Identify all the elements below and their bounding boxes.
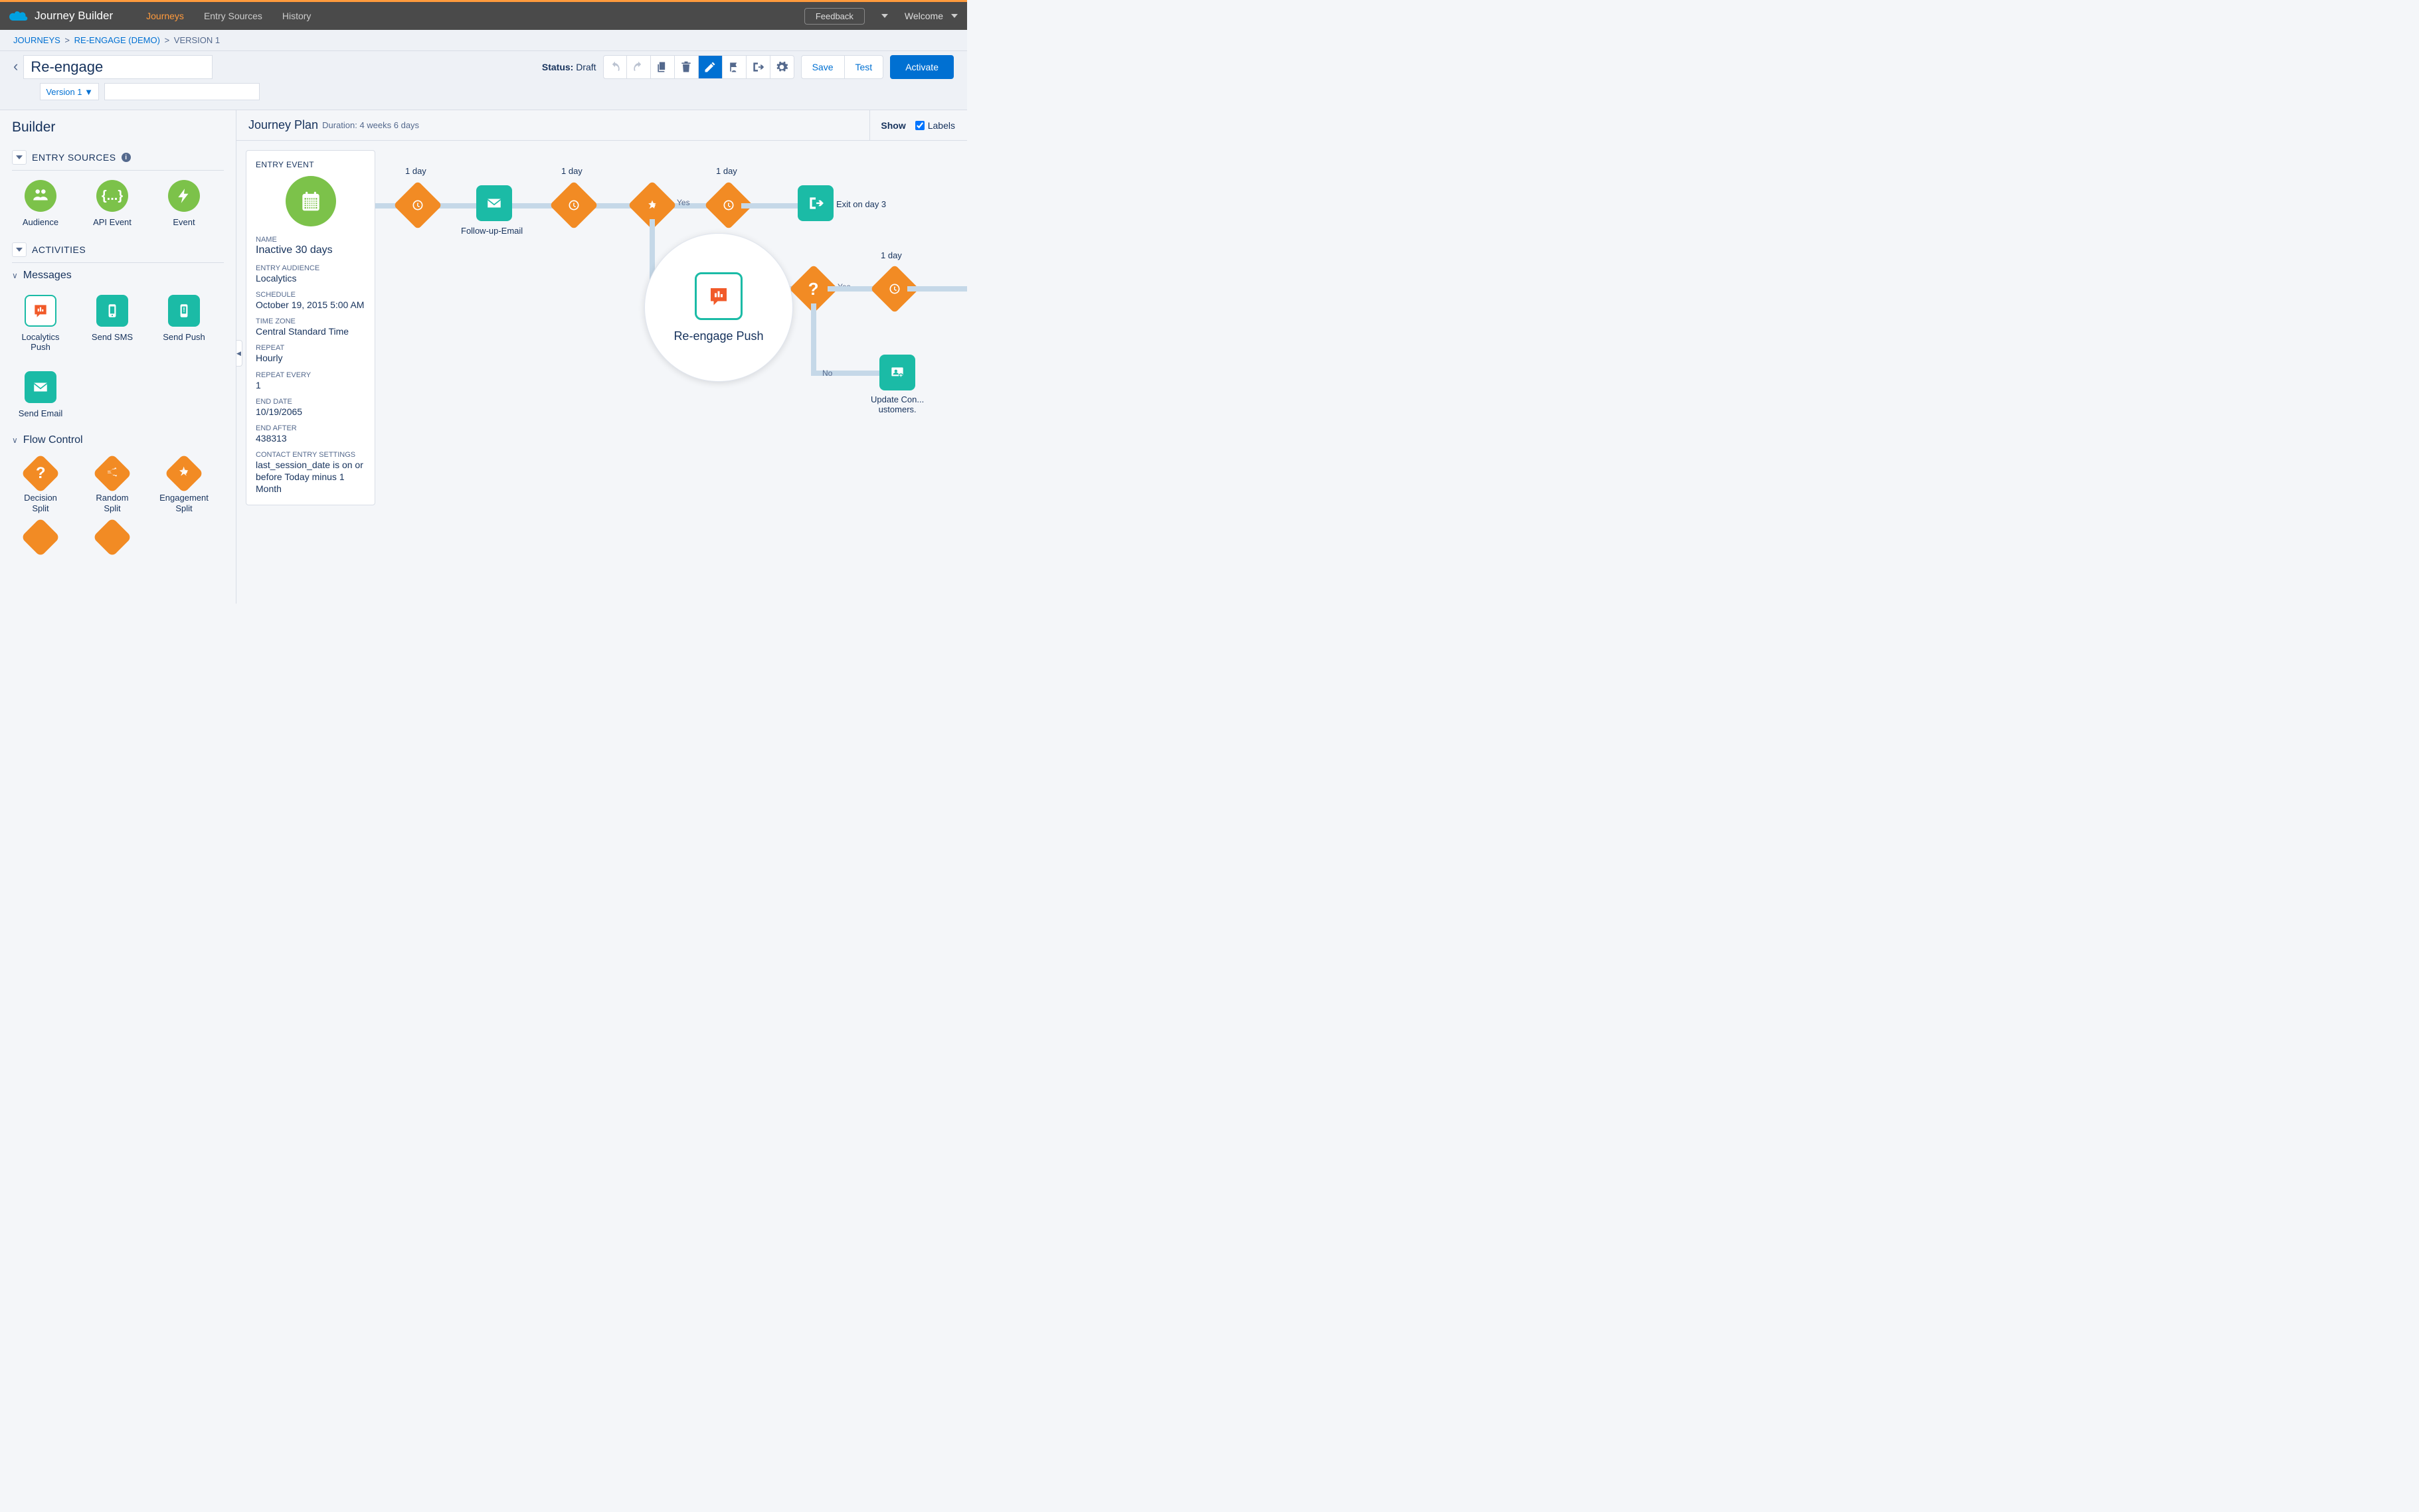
activities-heading: ACTIVITIES [32, 244, 86, 255]
exit-node[interactable] [798, 185, 834, 221]
sidebar-collapse-handle[interactable]: ◀ [236, 340, 242, 367]
decision-split-node[interactable]: ? [796, 272, 831, 306]
salesforce-cloud-icon [9, 9, 28, 23]
status-label: Status: Draft [542, 62, 596, 72]
flow-control-heading: Flow Control [23, 434, 83, 446]
entry-sources-toggle[interactable] [12, 150, 27, 165]
palette-send-push[interactable]: ! Send Push [158, 295, 210, 353]
wait-node-1[interactable] [401, 188, 435, 222]
redo-button[interactable] [627, 55, 651, 79]
welcome-menu[interactable]: Welcome [905, 11, 958, 21]
journey-name-input[interactable] [23, 55, 213, 79]
followup-email-node[interactable] [476, 185, 512, 221]
messages-heading: Messages [23, 270, 72, 282]
chevron-down-icon [951, 14, 958, 18]
re-engage-push-spotlight[interactable]: Re-engage Push [644, 233, 793, 382]
builder-sidebar: Builder ENTRY SOURCES i Audience {...} A… [0, 110, 236, 604]
goals-button[interactable] [723, 55, 747, 79]
labels-checkbox[interactable]: Labels [915, 120, 955, 131]
copy-button[interactable] [651, 55, 675, 79]
palette-send-sms[interactable]: Send SMS [86, 295, 138, 353]
entry-event-card[interactable]: ENTRY EVENT NAMEInactive 30 days ENTRY A… [246, 150, 375, 505]
top-nav-links: Journeys Entry Sources History [146, 11, 311, 21]
journey-canvas[interactable]: ◀ ENTRY EVENT NAMEInactive 30 days ENTRY… [236, 141, 967, 604]
engagement-split-node[interactable] [635, 188, 670, 222]
palette-audience[interactable]: Audience [15, 180, 66, 228]
palette-random-split[interactable]: Random Split [86, 460, 138, 513]
edit-button[interactable] [699, 55, 723, 79]
nav-entry-sources[interactable]: Entry Sources [204, 11, 262, 21]
top-nav-bar: Journey Builder Journeys Entry Sources H… [0, 2, 967, 30]
breadcrumb-journeys[interactable]: JOURNEYS [13, 35, 60, 45]
nav-journeys[interactable]: Journeys [146, 11, 184, 21]
calendar-icon [286, 176, 336, 226]
secondary-name-input[interactable] [104, 83, 260, 100]
info-icon[interactable]: i [122, 153, 131, 162]
account-menu-caret-icon[interactable] [881, 14, 888, 18]
journey-header: ‹ Version 1 ▼ Status: Draft Save Test Ac… [0, 51, 967, 110]
update-customers-node[interactable] [879, 355, 915, 390]
palette-decision-split[interactable]: ? Decision Split [15, 460, 66, 513]
palette-more-1[interactable] [15, 523, 66, 551]
palette-api-event[interactable]: {...} API Event [86, 180, 138, 228]
exit-criteria-button[interactable] [747, 55, 770, 79]
back-button[interactable]: ‹ [13, 58, 18, 75]
localytics-push-icon [695, 272, 743, 320]
activities-toggle[interactable] [12, 242, 27, 257]
test-button[interactable]: Test [844, 55, 884, 79]
palette-more-2[interactable] [86, 523, 138, 551]
canvas-title: Journey Plan [248, 118, 318, 132]
app-title: Journey Builder [35, 9, 113, 23]
palette-engagement-split[interactable]: Engagement Split [158, 460, 210, 513]
entry-sources-heading: ENTRY SOURCES [32, 152, 116, 163]
undo-button[interactable] [603, 55, 627, 79]
show-label: Show [881, 120, 905, 131]
breadcrumb-journey-name[interactable]: RE-ENGAGE (DEMO) [74, 35, 160, 45]
nav-history[interactable]: History [282, 11, 312, 21]
settings-button[interactable] [770, 55, 794, 79]
canvas-area: Journey Plan Duration: 4 weeks 6 days Sh… [236, 110, 967, 604]
sidebar-title: Builder [12, 120, 224, 135]
palette-event[interactable]: Event [158, 180, 210, 228]
save-button[interactable]: Save [801, 55, 844, 79]
palette-send-email[interactable]: Send Email [15, 371, 66, 419]
version-dropdown[interactable]: Version 1 ▼ [40, 83, 99, 100]
delete-button[interactable] [675, 55, 699, 79]
breadcrumb: JOURNEYS > RE-ENGAGE (DEMO) > VERSION 1 [0, 30, 967, 51]
feedback-button[interactable]: Feedback [804, 8, 865, 25]
svg-text:!: ! [183, 307, 185, 314]
canvas-duration: Duration: 4 weeks 6 days [322, 120, 419, 130]
palette-localytics-push[interactable]: Localytics Push [15, 295, 66, 353]
breadcrumb-version: VERSION 1 [174, 35, 220, 45]
wait-node-2[interactable] [557, 188, 591, 222]
activate-button[interactable]: Activate [890, 55, 954, 79]
